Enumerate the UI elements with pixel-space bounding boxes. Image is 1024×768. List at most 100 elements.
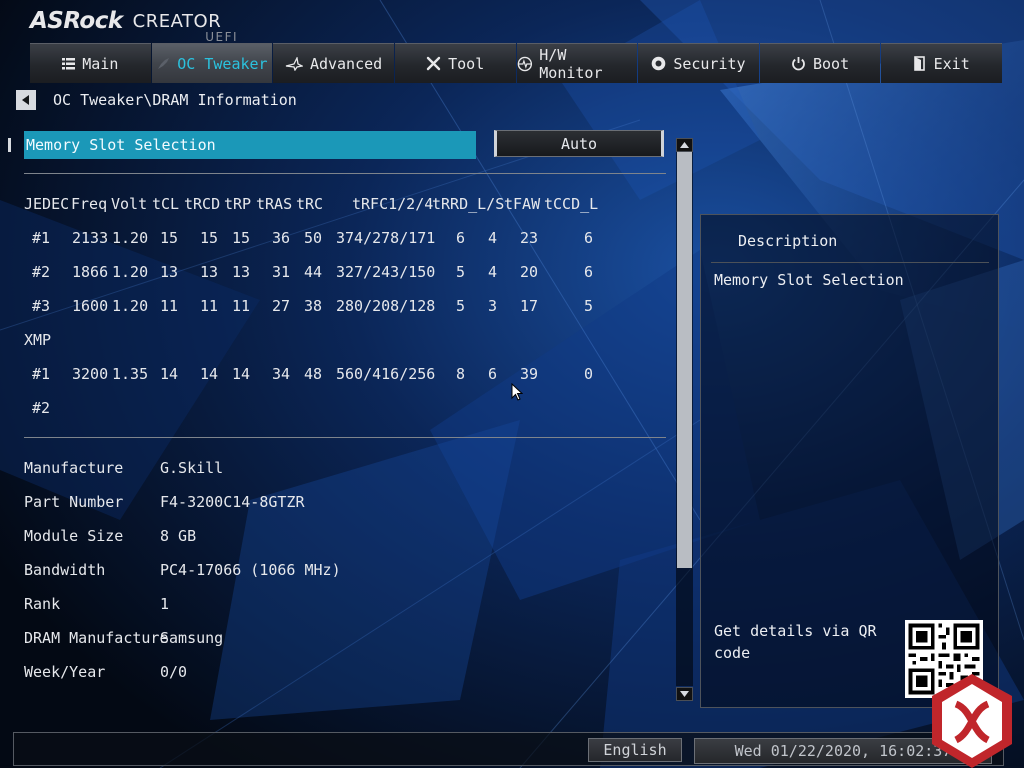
timing-table: JEDEC Freq Volt tCL tRCD tRP tRAS tRC tR… bbox=[0, 0, 680, 430]
description-panel: Description Memory Slot Selection Get de… bbox=[700, 214, 999, 708]
tras-value: 31 bbox=[272, 263, 291, 281]
exit-icon bbox=[913, 56, 925, 71]
freq-value: 3200 bbox=[72, 365, 109, 383]
trc-value: 48 bbox=[304, 365, 323, 383]
tccd-l-value: 6 bbox=[584, 263, 594, 281]
tfaw-value: 39 bbox=[520, 365, 539, 383]
tccd-l-value: 6 bbox=[584, 229, 594, 247]
language-label: English bbox=[603, 741, 667, 759]
info-label: DRAM Manufacture bbox=[24, 629, 169, 647]
trc-value: 38 bbox=[304, 297, 323, 315]
row-id: #2 bbox=[32, 263, 51, 281]
tab-boot-label: Boot bbox=[813, 54, 850, 73]
info-row-bandwidth: Bandwidth PC4-17066 (1066 MHz) bbox=[24, 561, 424, 581]
info-value: Samsung bbox=[160, 629, 224, 647]
divider bbox=[711, 262, 989, 263]
info-value: 1 bbox=[160, 595, 170, 613]
trcd-value: 11 bbox=[200, 297, 219, 315]
description-text: Memory Slot Selection bbox=[714, 271, 904, 289]
col-header: tCL bbox=[152, 195, 180, 213]
arrow-up-icon bbox=[680, 142, 689, 148]
row-id: #3 bbox=[32, 297, 51, 315]
power-icon bbox=[792, 57, 805, 71]
trrd-s-value: 4 bbox=[488, 263, 498, 281]
arrow-down-icon bbox=[680, 691, 689, 697]
tras-value: 36 bbox=[272, 229, 291, 247]
info-value: G.Skill bbox=[160, 459, 224, 477]
trc-value: 50 bbox=[304, 229, 323, 247]
row-id: #1 bbox=[32, 365, 51, 383]
tfaw-value: 23 bbox=[520, 229, 539, 247]
tccd-l-value: 0 bbox=[584, 365, 594, 383]
col-header: tRP bbox=[224, 195, 252, 213]
trrd-l-value: 5 bbox=[456, 297, 466, 315]
trc-value: 44 bbox=[304, 263, 323, 281]
col-header: tRC bbox=[296, 195, 324, 213]
info-row-week-year: Week/Year 0/0 bbox=[24, 663, 424, 683]
col-header: JEDEC bbox=[24, 195, 70, 213]
tab-boot[interactable]: Boot bbox=[759, 43, 881, 83]
trrd-s-value: 3 bbox=[488, 297, 498, 315]
info-value: 0/0 bbox=[160, 663, 188, 681]
freq-value: 2133 bbox=[72, 229, 109, 247]
trcd-value: 13 bbox=[200, 263, 219, 281]
tras-value: 27 bbox=[272, 297, 291, 315]
tcl-value: 15 bbox=[160, 229, 179, 247]
info-label: Manufacture bbox=[24, 459, 124, 477]
tcl-value: 13 bbox=[160, 263, 179, 281]
trfc-value: 374/278/171 bbox=[336, 229, 436, 247]
info-value: PC4-17066 (1066 MHz) bbox=[160, 561, 341, 579]
scroll-up-button[interactable] bbox=[676, 138, 693, 152]
volt-value: 1.20 bbox=[112, 263, 149, 281]
freq-value: 1866 bbox=[72, 263, 109, 281]
trp-value: 14 bbox=[232, 365, 251, 383]
tfaw-value: 20 bbox=[520, 263, 539, 281]
trrd-l-value: 5 bbox=[456, 263, 466, 281]
info-value: F4-3200C14-8GTZR bbox=[160, 493, 305, 511]
trrd-l-value: 8 bbox=[456, 365, 466, 383]
tab-security-label: Security bbox=[673, 54, 746, 73]
col-header: tRAS bbox=[256, 195, 293, 213]
trrd-s-value: 4 bbox=[488, 229, 498, 247]
qr-caption: Get details via QR code bbox=[714, 622, 877, 662]
trcd-value: 15 bbox=[200, 229, 219, 247]
trp-value: 11 bbox=[232, 297, 251, 315]
scrollbar-thumb[interactable] bbox=[677, 152, 692, 568]
info-row-part-number: Part Number F4-3200C14-8GTZR bbox=[24, 493, 424, 513]
trrd-l-value: 6 bbox=[456, 229, 466, 247]
info-label: Rank bbox=[24, 595, 61, 613]
scroll-down-button[interactable] bbox=[676, 687, 693, 701]
freq-value: 1600 bbox=[72, 297, 109, 315]
language-button[interactable]: English bbox=[588, 738, 682, 762]
description-title: Description bbox=[738, 232, 838, 250]
info-row-dram-manufacture: DRAM Manufacture Samsung bbox=[24, 629, 424, 649]
tfaw-value: 17 bbox=[520, 297, 539, 315]
col-header: tRFC1/2/4 bbox=[352, 195, 434, 213]
info-label: Part Number bbox=[24, 493, 124, 511]
col-header: tCCD_L bbox=[544, 195, 599, 213]
col-header: tFAW bbox=[504, 195, 541, 213]
row-id: #2 bbox=[32, 399, 51, 417]
trfc-value: 327/243/150 bbox=[336, 263, 436, 281]
trfc-value: 280/208/128 bbox=[336, 297, 436, 315]
divider bbox=[24, 437, 666, 438]
volt-value: 1.20 bbox=[112, 229, 149, 247]
volt-value: 1.35 bbox=[112, 365, 149, 383]
col-header: tRCD bbox=[184, 195, 221, 213]
info-value: 8 GB bbox=[160, 527, 197, 545]
volt-value: 1.20 bbox=[112, 297, 149, 315]
info-label: Module Size bbox=[24, 527, 124, 545]
watermark-logo bbox=[932, 674, 1012, 768]
xmp-heading: XMP bbox=[24, 331, 52, 349]
tcl-value: 14 bbox=[160, 365, 179, 383]
trp-value: 15 bbox=[232, 229, 251, 247]
col-header: Volt bbox=[111, 195, 148, 213]
col-header: Freq bbox=[71, 195, 108, 213]
tras-value: 34 bbox=[272, 365, 291, 383]
trcd-value: 14 bbox=[200, 365, 219, 383]
info-label: Week/Year bbox=[24, 663, 106, 681]
datetime-text: Wed 01/22/2020, 16:02:37 bbox=[734, 742, 952, 760]
trfc-value: 560/416/256 bbox=[336, 365, 436, 383]
tab-exit[interactable]: Exit bbox=[881, 43, 1002, 83]
info-label: Bandwidth bbox=[24, 561, 106, 579]
